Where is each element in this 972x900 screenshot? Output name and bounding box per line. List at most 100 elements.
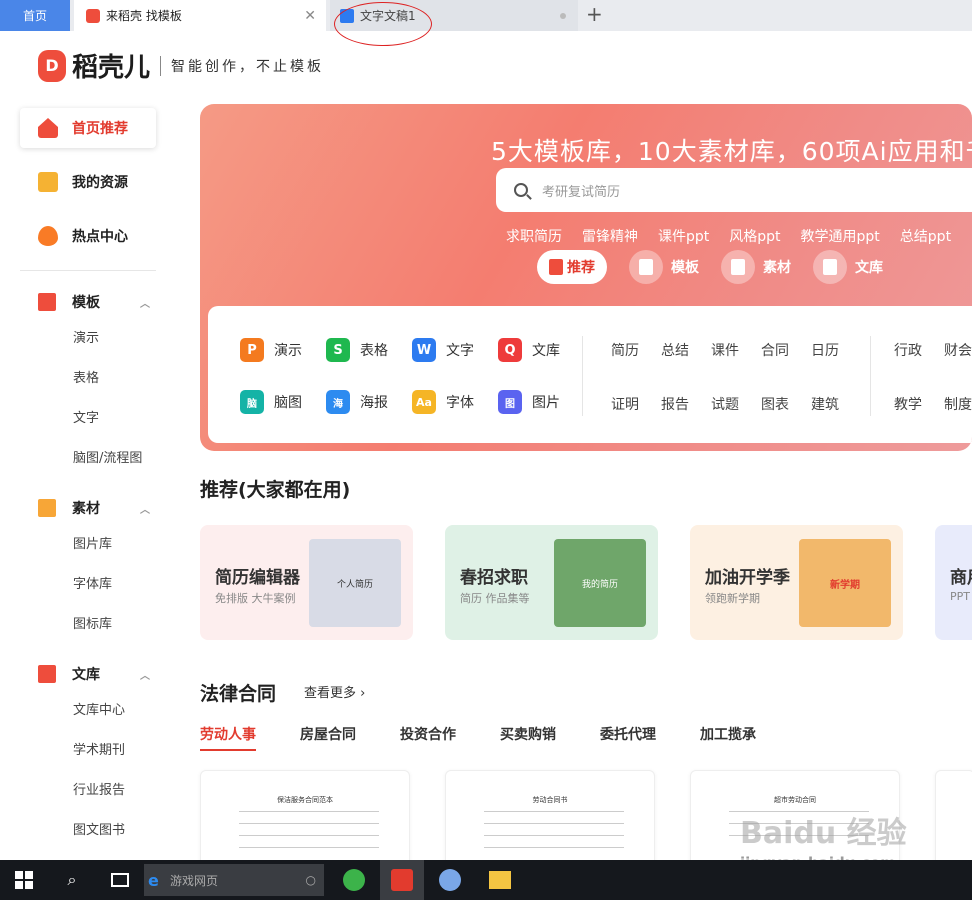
tab-label: 素材	[763, 260, 791, 276]
search-input[interactable]: 考研复试简历	[496, 168, 972, 212]
tab-material[interactable]: 素材	[721, 250, 791, 284]
tab-template[interactable]: 模板	[629, 250, 699, 284]
chevron-right-icon: ›	[360, 686, 366, 701]
hot-keyword[interactable]: 风格ppt	[729, 226, 780, 246]
text-line	[239, 835, 379, 836]
tab-processing[interactable]: 加工揽承	[700, 724, 756, 751]
home-icon	[38, 118, 58, 138]
sidebar-item-image-library[interactable]: 图片库	[20, 525, 156, 565]
type-label: 脑图	[274, 395, 302, 411]
chevron-up-icon[interactable]: ︿	[140, 501, 150, 516]
chevron-up-icon[interactable]: ︿	[140, 295, 150, 310]
browser-app-icon[interactable]	[334, 860, 374, 900]
hot-keyword[interactable]: 雷锋精神	[582, 226, 638, 246]
doc-category-link[interactable]: 财会	[944, 340, 972, 360]
doc-category-link[interactable]: 合同	[761, 340, 811, 360]
tab-library[interactable]: 文库	[813, 250, 883, 284]
contract-title: 劳动合同书	[532, 796, 568, 804]
search-icon[interactable]: ⌕	[52, 860, 92, 900]
doc-category-link[interactable]: 建筑	[811, 394, 861, 414]
doc-category-link[interactable]: 报告	[661, 394, 711, 414]
legal-tabs: 劳动人事 房屋合同 投资合作 买卖购销 委托代理 加工揽承	[200, 724, 756, 751]
doc-category-link[interactable]: 图表	[761, 394, 811, 414]
close-icon[interactable]: ✕	[304, 8, 316, 24]
sidebar-item-sheets[interactable]: 表格	[20, 359, 156, 399]
type-mindmap[interactable]: 脑脑图	[240, 388, 326, 416]
tab-investment[interactable]: 投资合作	[400, 724, 456, 751]
contract-card[interactable]: 劳动合同书	[445, 770, 655, 870]
tab-template-store[interactable]: 来稻壳 找模板 ✕	[74, 0, 326, 31]
file-explorer-icon[interactable]	[480, 860, 520, 900]
hot-keyword[interactable]: 总结ppt	[900, 226, 951, 246]
sidebar-item-journals[interactable]: 学术期刊	[20, 731, 156, 771]
type-sheets[interactable]: S 表格	[326, 336, 412, 364]
contract-card[interactable]: 保洁服务合同范本	[200, 770, 410, 870]
paint-app-icon[interactable]	[430, 860, 470, 900]
hero-banner: 5大模板库，10大素材库，60项Ai应用和千万 考研复试简历 求职简历 雷锋精神…	[200, 104, 972, 451]
task-view-icon[interactable]	[100, 860, 140, 900]
tab-sales[interactable]: 买卖购销	[500, 724, 556, 751]
type-label: 海报	[360, 395, 388, 411]
font-icon: Aa	[412, 390, 436, 414]
doc-category-link[interactable]: 总结	[661, 340, 711, 360]
doc-category-link[interactable]: 证明	[611, 394, 661, 414]
mindmap-icon: 脑	[240, 390, 264, 414]
chevron-up-icon[interactable]: ︿	[140, 667, 150, 682]
thumb-up-icon	[549, 250, 563, 284]
new-tab-button[interactable]: +	[586, 2, 603, 26]
tab-recommend[interactable]: 推荐	[537, 250, 607, 284]
sidebar-item-hot-center[interactable]: 热点中心	[20, 216, 156, 256]
type-label: 图片	[532, 395, 560, 411]
windows-start-icon[interactable]	[0, 860, 48, 900]
site-logo[interactable]: D 稻壳儿 智能创作，不止模板	[38, 47, 324, 84]
doc-category-link[interactable]: 日历	[811, 340, 861, 360]
recommend-card[interactable]: 简历编辑器 免排版 大牛案例 个人简历	[200, 525, 413, 640]
type-image[interactable]: 图图片	[498, 388, 584, 416]
sidebar-item-industry-reports[interactable]: 行业报告	[20, 771, 156, 811]
tab-agency[interactable]: 委托代理	[600, 724, 656, 751]
type-font[interactable]: Aa 字体	[412, 388, 498, 416]
sidebar-item-books[interactable]: 图文图书	[20, 811, 156, 851]
type-library[interactable]: Q 文库	[498, 336, 584, 364]
logo-slogan: 智能创作，不止模板	[171, 58, 325, 75]
sidebar-group-library[interactable]: 文库 ︿	[20, 657, 156, 691]
type-docs[interactable]: W 文字	[412, 336, 498, 364]
doc-category-link[interactable]: 试题	[711, 394, 761, 414]
tab-label: 文库	[855, 260, 883, 276]
sidebar-group-material[interactable]: 素材 ︿	[20, 491, 156, 525]
wps-app-icon[interactable]	[380, 860, 424, 900]
text-line	[239, 823, 379, 824]
doc-category-link[interactable]: 简历	[611, 340, 661, 360]
type-poster[interactable]: 海海报	[326, 388, 412, 416]
view-more-link[interactable]: 查看更多 ›	[304, 682, 365, 701]
recommend-card[interactable]: 加油开学季 领跑新学期 新学期	[690, 525, 903, 640]
recommend-card[interactable]: 春招求职 简历 作品集等 我的简历	[445, 525, 658, 640]
sidebar-item-icon-library[interactable]: 图标库	[20, 605, 156, 645]
doc-category-link[interactable]: 行政	[894, 340, 944, 360]
sidebar-group-template[interactable]: 模板 ︿	[20, 285, 156, 319]
sidebar-item-my-resources[interactable]: 我的资源	[20, 162, 156, 202]
sidebar-item-font-library[interactable]: 字体库	[20, 565, 156, 605]
sidebar-item-docs[interactable]: 文字	[20, 399, 156, 439]
hot-keyword[interactable]: 教学通用ppt	[801, 226, 880, 246]
hot-keyword[interactable]: 求职简历	[506, 226, 562, 246]
template-icon	[629, 250, 663, 284]
text-line	[484, 811, 624, 812]
tab-template-store-label: 来稻壳 找模板	[106, 9, 182, 23]
doc-category-link[interactable]: 制度	[944, 394, 972, 414]
doc-category-link[interactable]: 课件	[711, 340, 761, 360]
taskbar-search-input[interactable]: e 游戏网页 ○	[144, 864, 324, 896]
category-tabs: 推荐 模板 素材 文库	[537, 250, 883, 284]
sidebar-item-mindmap[interactable]: 脑图/流程图	[20, 439, 156, 479]
sidebar-item-slides[interactable]: 演示	[20, 319, 156, 359]
sidebar-item-library-center[interactable]: 文库中心	[20, 691, 156, 731]
tab-home[interactable]: 首页	[0, 0, 70, 31]
type-slides[interactable]: P 演示	[240, 336, 326, 364]
tab-labor[interactable]: 劳动人事	[200, 724, 256, 751]
tab-housing[interactable]: 房屋合同	[300, 724, 356, 751]
hot-keyword[interactable]: 课件ppt	[658, 226, 709, 246]
recommend-card[interactable]: 商用 PPT	[935, 525, 972, 640]
doc-category-link[interactable]: 教学	[894, 394, 944, 414]
contract-card[interactable]	[935, 770, 972, 870]
sidebar-item-home-recommend[interactable]: 首页推荐	[20, 108, 156, 148]
